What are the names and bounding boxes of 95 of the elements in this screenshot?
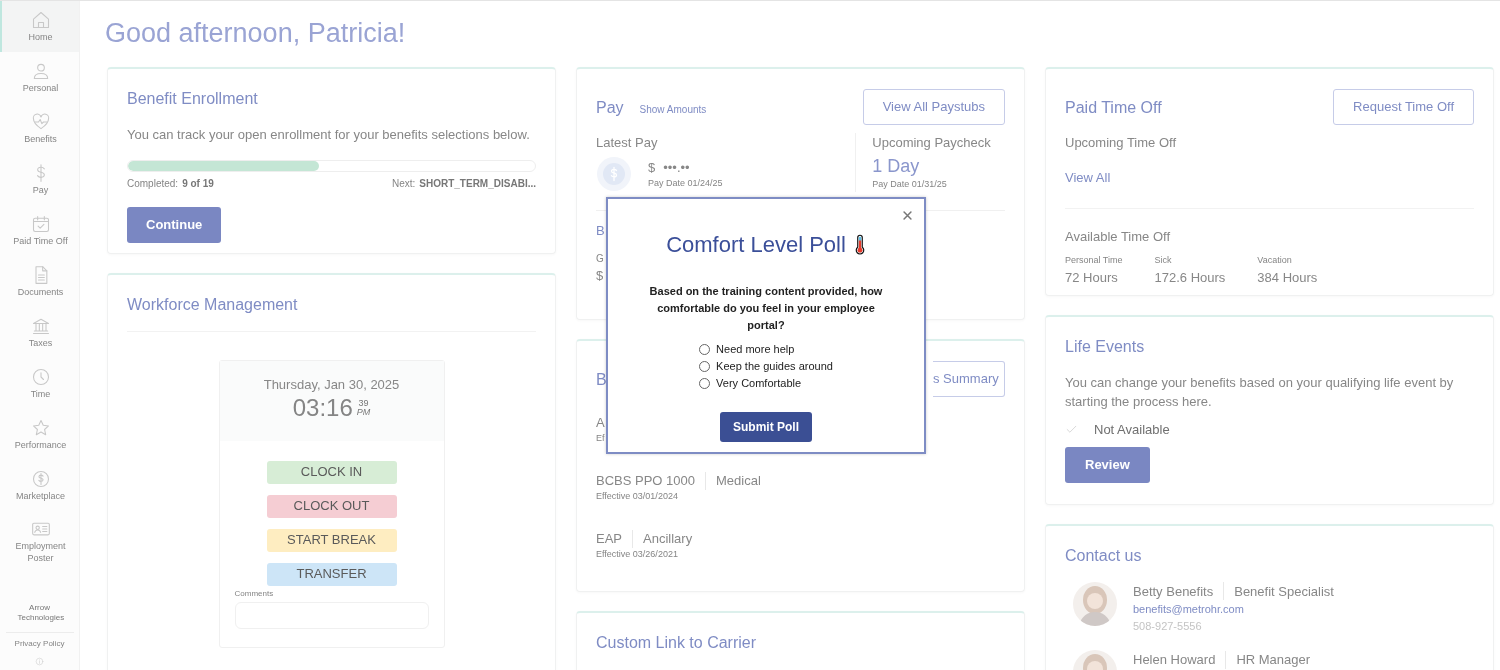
completed-label: Completed: <box>127 177 179 192</box>
balance-value: 384 Hours <box>1257 268 1318 287</box>
time-text: 03:16 <box>292 394 353 423</box>
view-all-paystubs-button[interactable]: View All Paystubs <box>862 89 1005 125</box>
card-title: Benefit Enrollment <box>127 89 259 109</box>
pay-date-text: Pay Date 01/31/25 <box>872 178 948 191</box>
sidebar-item[interactable]: Marketplace <box>0 460 79 511</box>
pay-date-text: Pay Date 01/24/25 <box>648 177 723 191</box>
balance-value: 72 Hours <box>1065 268 1119 287</box>
currency-symbol: $ <box>648 158 656 177</box>
sidebar-item[interactable]: Home <box>0 1 79 52</box>
thermometer-icon <box>853 233 866 258</box>
sidebar-item[interactable]: Pay <box>0 154 79 205</box>
balance-label: Vacation <box>1257 254 1293 268</box>
company-name: Arrow Technologies <box>16 602 66 624</box>
seconds-text: 39 <box>357 399 370 409</box>
card-title: Life Events <box>1065 337 1146 357</box>
section-label: Available Time Off <box>1065 227 1171 246</box>
plan-name: A <box>596 413 605 432</box>
effective-date: Effective 03/01/2024 <box>596 490 679 504</box>
contact-role: Benefit Specialist <box>1234 582 1334 601</box>
completed-count: 9 of 19 <box>182 177 214 192</box>
dialog-title: Comfort Level Poll <box>666 232 846 259</box>
email-link[interactable]: benefits@metrohr.com <box>1133 601 1334 618</box>
comments-label: Comments <box>234 587 275 600</box>
description-text: You can track your open enrollment for your benefits selections below. <box>127 125 531 144</box>
status-text: Not Available <box>1094 420 1170 439</box>
contact-name: Helen Howard <box>1133 651 1216 670</box>
field-value: $ <box>596 266 604 285</box>
meridiem-text: PM <box>356 408 371 418</box>
option-label: Very Comfortable <box>716 375 802 391</box>
plan-name: EAP <box>596 529 622 548</box>
balance-value: 172.6 Hours <box>1154 268 1226 287</box>
section-label: Upcoming Time Off <box>1065 133 1178 152</box>
question-text: Based on the training content provided, how comfortable do you feel in your employee portal? <box>648 284 884 334</box>
section-label: Latest Pay <box>596 133 659 152</box>
radio-button[interactable] <box>699 360 711 372</box>
close-icon <box>902 210 913 222</box>
phone-text: 508-927-5556 <box>1133 618 1203 634</box>
greeting-heading: Good afternoon, Patricia! <box>105 17 407 50</box>
next-label: Next: <box>391 177 416 192</box>
heart-pulse-icon <box>30 111 51 132</box>
card-title: Pay <box>596 97 624 117</box>
home-icon <box>30 9 51 30</box>
sidebar-item[interactable]: Benefits <box>0 103 79 154</box>
transfer-button[interactable]: TRANSFER <box>266 562 397 586</box>
privacy-policy-link[interactable]: Privacy Policy <box>14 638 65 649</box>
description-text: You can change your benefits based on your qualifying life event by starting the process here. <box>1065 373 1455 412</box>
balance-label: Personal Time <box>1065 254 1123 268</box>
benefits-summary-button[interactable]: s Summary <box>933 361 1005 397</box>
request-time-off-button[interactable]: Request Time Off <box>1333 89 1474 125</box>
next-item: SHORT_TERM_DISABI... <box>419 177 536 192</box>
star-icon <box>30 417 51 438</box>
card-title: Workforce Management <box>127 295 299 316</box>
sidebar-item[interactable]: Taxes <box>0 307 79 358</box>
calendar-check-icon <box>30 213 51 234</box>
clock-out-button[interactable]: CLOCK OUT <box>266 494 397 518</box>
submit-poll-button[interactable]: Submit Poll <box>720 411 812 442</box>
sidebar-item[interactable]: Time <box>0 358 79 409</box>
card-title: Paid Time Off <box>1065 97 1162 117</box>
clock-icon <box>30 366 51 387</box>
clock-in-button[interactable]: CLOCK IN <box>266 460 397 484</box>
card-title: Contact us <box>1065 546 1143 566</box>
card-title: B <box>596 369 606 389</box>
section-title: B <box>596 222 604 241</box>
review-button[interactable]: Review <box>1065 447 1150 483</box>
contact-name: Betty Benefits <box>1133 582 1214 601</box>
upcoming-days-text: 1 Day <box>872 156 921 178</box>
show-amounts-link[interactable]: Show Amounts <box>639 101 707 117</box>
sidebar-item[interactable]: Employment Poster <box>0 511 79 573</box>
field-label: G <box>596 251 604 266</box>
radio-button[interactable] <box>699 343 711 355</box>
continue-button[interactable]: Continue <box>127 207 222 243</box>
plan-type: Medical <box>716 471 761 490</box>
sidebar-item[interactable]: Performance <box>0 409 79 460</box>
sidebar-item[interactable]: Paid Time Off <box>0 205 79 256</box>
card-title: Custom Link to Carrier <box>596 633 758 653</box>
option-label: Keep the guides around <box>716 358 833 374</box>
section-label: Upcoming Paycheck <box>872 133 992 152</box>
plan-name: BCBS PPO 1000 <box>596 471 695 490</box>
plan-type: Ancillary <box>643 529 693 548</box>
hidden-amount: •••.•• <box>663 158 690 177</box>
view-all-link[interactable]: View All <box>1065 168 1111 188</box>
dollar-coin-icon <box>30 468 51 489</box>
option-label: Need more help <box>716 341 795 357</box>
sidebar-item[interactable]: Documents <box>0 256 79 307</box>
start-break-button[interactable]: START BREAK <box>266 528 397 552</box>
date-text: Thursday, Jan 30, 2025 <box>262 375 401 394</box>
contact-role: HR Manager <box>1236 651 1311 670</box>
radio-button[interactable] <box>699 377 711 389</box>
balance-label: Sick <box>1154 254 1173 268</box>
effective-date: Effective 03/26/2021 <box>596 548 679 562</box>
sidebar-item[interactable]: Personal <box>0 52 79 103</box>
dollar-coin-icon <box>596 156 632 193</box>
effective-date: Ef <box>596 432 606 446</box>
